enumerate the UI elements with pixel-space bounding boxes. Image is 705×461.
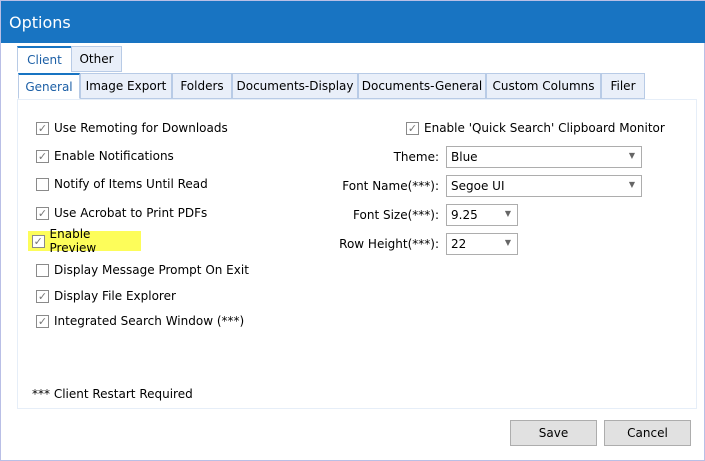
integrated-search-checkbox[interactable]: ✓ Integrated Search Window (***) — [32, 311, 248, 331]
tab-general[interactable]: General — [18, 73, 80, 99]
checkbox-icon: ✓ — [36, 149, 49, 163]
checkbox-label: Notify of Items Until Read — [54, 177, 208, 191]
save-button[interactable]: Save — [510, 420, 597, 446]
checkbox-label: Enable 'Quick Search' Clipboard Monitor — [424, 121, 665, 135]
checkbox-icon: ✓ — [36, 289, 49, 303]
use-acrobat-checkbox[interactable]: ✓ Use Acrobat to Print PDFs — [32, 203, 211, 223]
font-size-select[interactable]: 9.25 ▼ — [446, 204, 518, 226]
chevron-down-icon: ▼ — [504, 238, 511, 247]
checkbox-icon — [36, 263, 49, 277]
theme-select[interactable]: Blue ▼ — [446, 146, 642, 168]
checkbox-label: Integrated Search Window (***) — [54, 314, 245, 328]
enable-preview-checkbox[interactable]: ✓ Enable Preview — [28, 227, 141, 255]
checkbox-icon: ✓ — [36, 121, 49, 135]
font-size-label: Font Size(***): — [353, 208, 439, 222]
tab-other[interactable]: Other — [71, 46, 122, 72]
tab-custom-columns[interactable]: Custom Columns — [486, 73, 601, 99]
checkbox-icon: ✓ — [32, 234, 45, 248]
checkbox-icon: ✓ — [36, 314, 49, 328]
checkbox-label: Display Message Prompt On Exit — [54, 263, 249, 277]
checkbox-icon — [36, 177, 49, 191]
checkbox-label: Enable Notifications — [54, 149, 174, 163]
restart-footnote: *** Client Restart Required — [32, 387, 193, 401]
font-name-select[interactable]: Segoe UI ▼ — [446, 175, 642, 197]
tab-folders[interactable]: Folders — [172, 73, 232, 99]
checkbox-label: Enable Preview — [49, 227, 97, 255]
tab-documents-display[interactable]: Documents-Display — [232, 73, 358, 99]
enable-notifications-checkbox[interactable]: ✓ Enable Notifications — [32, 146, 178, 166]
use-remoting-checkbox[interactable]: ✓ Use Remoting for Downloads — [32, 118, 232, 138]
theme-label: Theme: — [393, 150, 439, 164]
checkbox-label: Use Remoting for Downloads — [54, 121, 228, 135]
checkbox-icon: ✓ — [36, 206, 49, 220]
checkbox-icon: ✓ — [406, 121, 419, 135]
tab-image-export[interactable]: Image Export — [80, 73, 172, 99]
font-name-label: Font Name(***): — [342, 179, 439, 193]
title-bar: Options — [1, 1, 705, 43]
options-dialog: Options Client Other General Image Expor… — [0, 0, 705, 461]
display-file-explorer-checkbox[interactable]: ✓ Display File Explorer — [32, 286, 180, 306]
row-height-label: Row Height(***): — [339, 237, 439, 251]
chevron-down-icon: ▼ — [628, 151, 635, 160]
row-height-select[interactable]: 22 ▼ — [446, 233, 518, 255]
tab-documents-general[interactable]: Documents-General — [358, 73, 486, 99]
font-name-value: Segoe UI — [451, 179, 505, 193]
quick-search-checkbox[interactable]: ✓ Enable 'Quick Search' Clipboard Monitor — [402, 118, 669, 138]
checkbox-label: Use Acrobat to Print PDFs — [54, 206, 208, 220]
chevron-down-icon: ▼ — [504, 209, 511, 218]
notify-items-checkbox[interactable]: Notify of Items Until Read — [32, 174, 212, 194]
font-size-value: 9.25 — [451, 208, 478, 222]
display-message-prompt-checkbox[interactable]: Display Message Prompt On Exit — [32, 260, 253, 280]
row-height-value: 22 — [451, 237, 467, 251]
checkbox-label: Display File Explorer — [54, 289, 176, 303]
theme-value: Blue — [451, 150, 478, 164]
tab-client[interactable]: Client — [17, 46, 72, 72]
chevron-down-icon: ▼ — [628, 180, 635, 189]
tab-filer[interactable]: Filer — [601, 73, 645, 99]
cancel-button[interactable]: Cancel — [604, 420, 691, 446]
